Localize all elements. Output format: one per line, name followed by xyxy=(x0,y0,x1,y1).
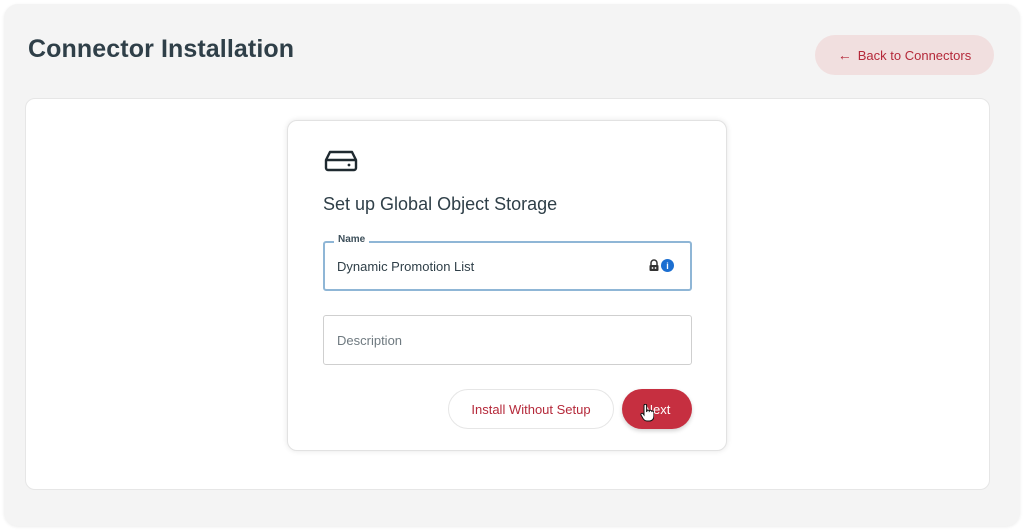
next-button[interactable]: Next xyxy=(622,389,692,429)
name-field-value[interactable]: Dynamic Promotion List xyxy=(337,259,474,274)
description-field[interactable]: Description xyxy=(323,315,692,365)
arrow-left-icon: ← xyxy=(837,47,852,63)
hand-pointer-icon xyxy=(640,404,654,422)
back-to-connectors-button[interactable]: ← Back to Connectors xyxy=(815,35,994,75)
description-placeholder[interactable]: Description xyxy=(337,333,402,348)
install-without-setup-button[interactable]: Install Without Setup xyxy=(448,389,614,429)
storage-drive-icon xyxy=(324,150,358,172)
password-manager-icon[interactable] xyxy=(648,259,660,272)
page-title: Connector Installation xyxy=(28,35,295,63)
setup-title: Set up Global Object Storage xyxy=(323,194,558,214)
name-field[interactable]: Name Dynamic Promotion List i xyxy=(323,234,692,291)
field-extension-icons: i xyxy=(648,259,674,272)
name-field-label: Name xyxy=(334,234,370,245)
setup-card: Set up Global Object Storage Name Dynami… xyxy=(287,120,727,451)
info-icon[interactable]: i xyxy=(661,259,674,272)
back-button-label: Back to Connectors xyxy=(857,47,972,63)
